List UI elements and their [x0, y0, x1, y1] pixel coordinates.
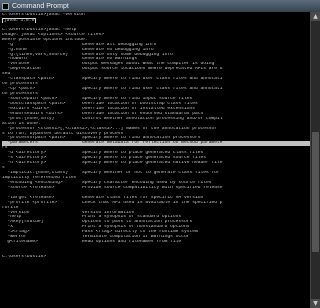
console-line-text: -profile <profile> Check that API used i… — [2, 200, 223, 205]
console-line-text: -nowarn Generate no warnings — [2, 57, 138, 62]
console-line: -parameters Generate metadata for reflec… — [2, 141, 310, 147]
console-line-text: C:\Users\Dustin>javac -help — [2, 27, 77, 32]
console-line-text: s — [2, 166, 5, 171]
console-line-text: C:\Users\Dustin>javac -version — [2, 13, 85, 17]
console-line-text: -deprecation Output source locations whe… — [2, 67, 223, 72]
console-line-text: -Werror Terminate compilation if warning… — [2, 235, 190, 240]
console-line-text: -source <release> Provide source compati… — [2, 185, 223, 190]
console-line-text: -help Print a synopsis of standard optio… — [2, 215, 182, 220]
console-line-text: -g Generate all debugging info — [2, 42, 157, 47]
console-line-text: where possible options include: — [2, 37, 88, 42]
console-line-text: -h <directory> Specify where to place ge… — [2, 161, 223, 166]
console-line-text: -g:{lines,vars,source} Generate only som… — [2, 52, 173, 57]
console-line-text: -version Version information — [2, 210, 135, 215]
console-line-text: -bootclasspath <path> Override location … — [2, 101, 198, 106]
console-line: C:\Users\Dustin> — [2, 255, 310, 260]
console-line-text: Usage: javac <options> <source files> — [2, 32, 104, 37]
scroll-up-arrow-icon[interactable]: ▲ — [311, 12, 320, 21]
console-line-text: on processors — [2, 82, 38, 87]
console-line-text: -target <release> Generate class files f… — [2, 195, 204, 200]
console-line-text: -Akey[=value] Options to pass to annotat… — [2, 220, 193, 225]
console-line-text: -d <directory> Specify where to place ge… — [2, 151, 204, 156]
console-line-text: implicitly referenced files — [2, 175, 77, 180]
console-line-text: sed — [2, 72, 11, 77]
console-line-text: -extdirs <dirs> Override location of ins… — [2, 106, 195, 111]
title-bar[interactable]: Command Prompt — [0, 0, 320, 12]
console-output[interactable]: C:\Users\Dustin>javac -version javac 1.8.… — [2, 13, 310, 305]
console-line-text: -implicit:{none,class} Specify whether o… — [2, 171, 220, 175]
console-line-text: -processorpath <path> Specify where to f… — [2, 136, 201, 141]
console-line-text: -s <directory> Specify where to place ge… — [2, 156, 207, 161]
console-line-text: -J<flag> Pass <flag> directly to the run… — [2, 230, 198, 235]
console-line-text: -X Print a synopsis of nonstandard optio… — [2, 225, 190, 230]
version-output-text: javac 1.8.0 — [2, 17, 37, 23]
command-prompt-window: Command Prompt C:\Users\Dustin>javac -ve… — [0, 0, 320, 308]
console-line-text: @<filename> Read options and filenames f… — [2, 240, 182, 245]
console-line-text: C:\Users\Dustin> — [2, 254, 47, 259]
console-line-text: -cp <path> Specify where to find user cl… — [2, 87, 223, 92]
console-line-text: -classpath <path> Specify where to find … — [2, 77, 223, 82]
console-line-text: -endorseddirs <dirs> Override location o… — [2, 111, 204, 116]
highlighted-line-text: -parameters Generate metadata for reflec… — [2, 141, 310, 147]
cmd-icon — [2, 2, 9, 10]
console-line-text: -encoding <encoding> Specify character e… — [2, 180, 212, 185]
console-line-text: -sourcepath <path> Specify where to find… — [2, 96, 193, 101]
console-line-text: -proc:{none,only} Control whether annota… — [2, 116, 223, 121]
console-line-text: on processors — [2, 92, 38, 96]
window-title: Command Prompt — [12, 2, 69, 10]
scroll-down-arrow-icon[interactable]: ▼ — [311, 299, 320, 308]
console-line-text: -verbose Output messages about what the … — [2, 62, 215, 67]
console-line-text: -processor <class1>[,<class2>,<class3>..… — [2, 126, 218, 131]
console-line-text: s to run; bypasses default discovery pro… — [2, 131, 124, 136]
console-line-text: rofile — [2, 205, 19, 210]
console-line-text: rs — [2, 146, 8, 151]
console-line-text: -g:none Generate no debugging info — [2, 47, 154, 52]
console-line-text: ation is done. — [2, 121, 41, 126]
scroll-thumb[interactable] — [312, 132, 319, 252]
vertical-scrollbar[interactable]: ▲ ▼ — [310, 12, 320, 308]
